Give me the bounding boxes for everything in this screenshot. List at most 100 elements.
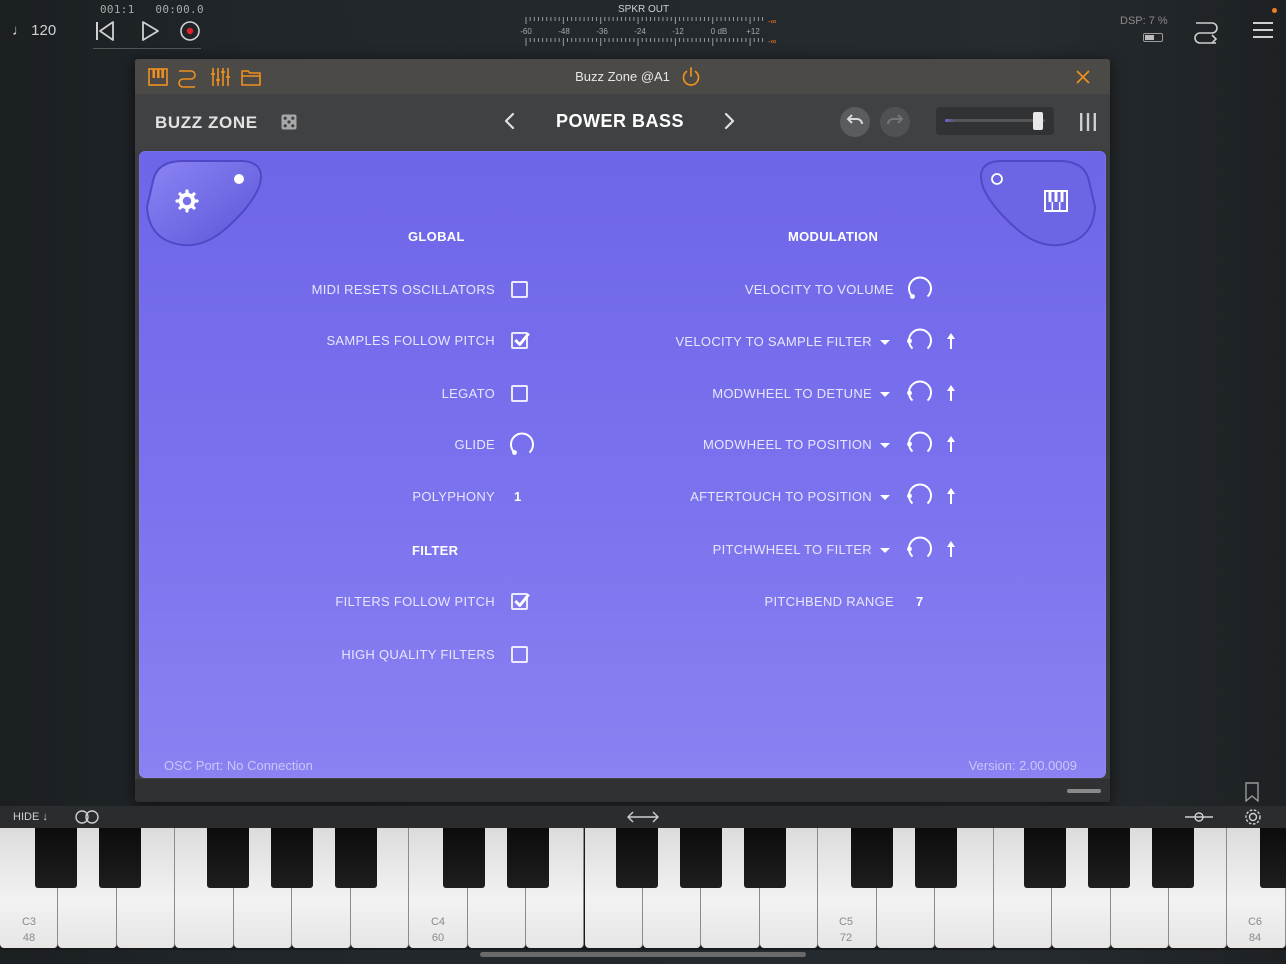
black-key[interactable] <box>1152 828 1194 888</box>
black-key[interactable] <box>1024 828 1066 888</box>
filter-section-title: FILTER <box>412 543 459 558</box>
black-key[interactable] <box>99 828 141 888</box>
legato-checkbox[interactable] <box>511 385 528 402</box>
filters-follow-pitch-label: FILTERS FOLLOW PITCH <box>335 594 495 609</box>
play-icon[interactable] <box>137 18 163 44</box>
pitchbend-range-value[interactable]: 7 <box>916 594 923 609</box>
up-arrow-icon[interactable] <box>945 540 957 558</box>
filters-follow-pitch-checkbox[interactable] <box>511 593 530 610</box>
power-icon[interactable] <box>680 66 702 88</box>
pitchwheel-to-filter-knob[interactable] <box>906 535 934 563</box>
close-icon[interactable] <box>1073 67 1093 87</box>
octave-label-c3: C3 48 <box>14 914 44 946</box>
black-key[interactable] <box>851 828 893 888</box>
black-key[interactable] <box>616 828 658 888</box>
octave-label-c5: C5 72 <box>831 914 861 946</box>
redo-button[interactable] <box>880 107 910 137</box>
undo-button[interactable] <box>840 107 870 137</box>
modwheel-to-detune-label: MODWHEEL TO DETUNE <box>712 386 872 401</box>
black-key[interactable] <box>35 828 77 888</box>
menu-icon[interactable] <box>1249 16 1277 44</box>
modwheel-to-position-label: MODWHEEL TO POSITION <box>702 437 872 452</box>
black-key[interactable] <box>271 828 313 888</box>
volume-thumb[interactable] <box>1033 112 1043 130</box>
position-counter: 001:1 00:00.0 <box>100 3 204 16</box>
home-indicator <box>480 952 806 957</box>
meter-scale-label: -24 <box>634 27 646 36</box>
dropdown-arrow-icon[interactable] <box>880 548 890 553</box>
dropdown-arrow-icon[interactable] <box>880 392 890 397</box>
tempo-display[interactable]: ♩ 120 <box>12 22 56 39</box>
global-section-title: GLOBAL <box>408 229 465 244</box>
modwheel-to-detune-knob[interactable] <box>906 379 934 407</box>
resize-handle[interactable] <box>1067 789 1101 793</box>
bookmark-icon[interactable] <box>1244 782 1260 802</box>
dropdown-arrow-icon[interactable] <box>880 443 890 448</box>
midi-resets-oscillators-checkbox[interactable] <box>511 281 528 298</box>
velocity-to-sample-filter-label: VELOCITY TO SAMPLE FILTER <box>675 334 872 349</box>
plugin-title: Buzz Zone @A1 <box>575 69 670 84</box>
plugin-window: Buzz Zone @A1 BUZZ ZONE POWER BASS GLOBA… <box>135 59 1110 802</box>
black-key[interactable] <box>915 828 957 888</box>
notification-dot <box>1272 8 1277 13</box>
settings-panel: GLOBAL MIDI RESETS OSCILLATORS SAMPLES F… <box>139 151 1106 778</box>
keyboard-settings-gear-icon[interactable] <box>1243 807 1263 827</box>
keyboard-tab[interactable] <box>975 157 1099 249</box>
hide-keyboard-button[interactable]: HIDE ↓ <box>13 811 48 823</box>
meter-peak-left: -∞ <box>768 17 777 26</box>
link-rings-icon[interactable] <box>72 807 102 827</box>
velocity-to-volume-label: VELOCITY TO VOLUME <box>744 282 894 297</box>
velocity-to-sample-filter-knob[interactable] <box>906 327 934 355</box>
settings-tab[interactable] <box>143 157 267 249</box>
record-icon[interactable] <box>177 18 203 44</box>
keyboard-toolbar: HIDE ↓ <box>0 806 1286 828</box>
note-name: C5 <box>838 916 854 928</box>
samples-follow-pitch-checkbox[interactable] <box>511 332 530 349</box>
modulation-section-title: MODULATION <box>788 229 879 244</box>
meter-scale-label: -48 <box>558 27 570 36</box>
up-arrow-icon[interactable] <box>945 332 957 350</box>
volume-slider[interactable] <box>936 107 1054 135</box>
black-key[interactable] <box>1088 828 1130 888</box>
meter-scale-label: -36 <box>596 27 608 36</box>
dropdown-arrow-icon[interactable] <box>880 495 890 500</box>
up-arrow-icon[interactable] <box>945 487 957 505</box>
polyphony-label: POLYPHONY <box>412 489 495 504</box>
routing-icon[interactable] <box>1192 16 1220 44</box>
black-key[interactable] <box>1260 828 1286 888</box>
black-key[interactable] <box>744 828 786 888</box>
randomize-dice-icon[interactable] <box>281 114 297 130</box>
rewind-icon[interactable] <box>92 18 118 44</box>
black-key[interactable] <box>335 828 377 888</box>
black-key[interactable] <box>443 828 485 888</box>
up-arrow-icon[interactable] <box>945 435 957 453</box>
high-quality-filters-checkbox[interactable] <box>511 646 528 663</box>
horizontal-arrows-icon[interactable] <box>624 807 662 827</box>
pitchbend-range-label: PITCHBEND RANGE <box>764 594 894 609</box>
velocity-slider-icon[interactable] <box>1183 807 1215 827</box>
velocity-to-volume-knob[interactable] <box>906 275 934 303</box>
level-bars-icon[interactable] <box>1078 111 1098 133</box>
next-preset-icon[interactable] <box>718 110 740 132</box>
output-level-meter: -60 -48 -36 -24 -12 0 dB +12 -∞ -∞ <box>520 17 777 46</box>
redo-icon <box>887 114 904 125</box>
meter-scale-label: +12 <box>746 27 760 36</box>
position-bars: 001:1 <box>100 3 135 16</box>
checkmark-icon <box>514 593 530 607</box>
plugin-titlebar: Buzz Zone @A1 <box>135 59 1110 94</box>
octave-label-c6: C6 84 <box>1240 914 1270 946</box>
polyphony-value[interactable]: 1 <box>514 489 521 504</box>
octave-label-c4: C4 60 <box>423 914 453 946</box>
note-name: C6 <box>1247 916 1263 928</box>
previous-preset-icon[interactable] <box>499 110 521 132</box>
note-name: C4 <box>430 916 446 928</box>
dropdown-arrow-icon[interactable] <box>880 340 890 345</box>
black-key[interactable] <box>680 828 722 888</box>
up-arrow-icon[interactable] <box>945 384 957 402</box>
black-key[interactable] <box>207 828 249 888</box>
modwheel-to-position-knob[interactable] <box>906 430 934 458</box>
glide-knob[interactable] <box>508 431 536 459</box>
black-key[interactable] <box>507 828 549 888</box>
aftertouch-to-position-knob[interactable] <box>906 482 934 510</box>
preset-name[interactable]: POWER BASS <box>520 111 720 132</box>
